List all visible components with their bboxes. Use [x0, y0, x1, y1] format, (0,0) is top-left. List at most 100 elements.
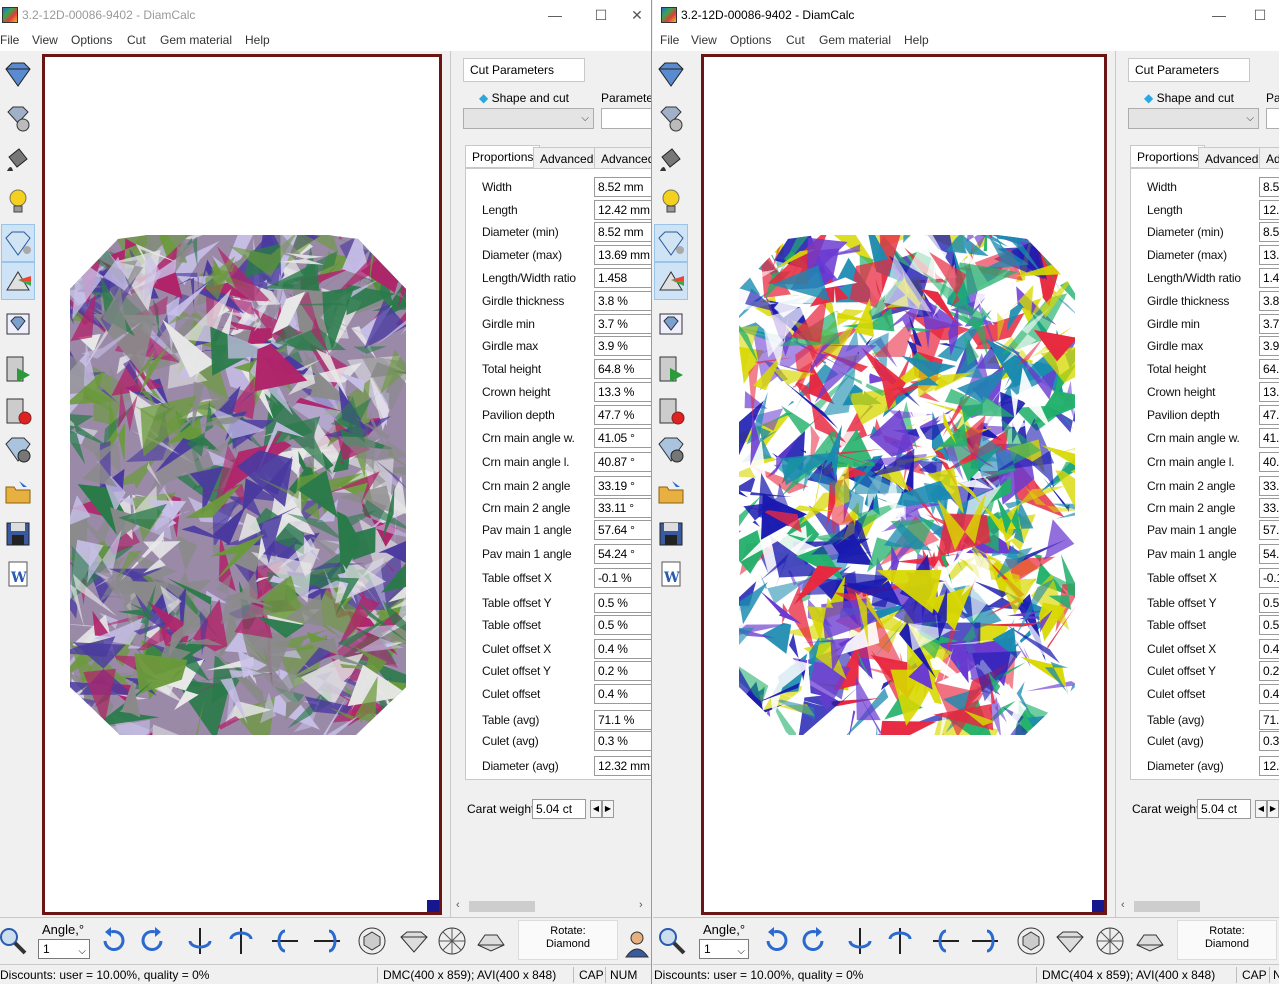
param-value-input[interactable]: 3.7 [1259, 314, 1279, 334]
picture-icon[interactable] [1, 305, 35, 343]
flip-vertical-2-icon[interactable] [883, 924, 917, 958]
param-value-input[interactable]: 57.64 ° [594, 520, 651, 540]
user-icon[interactable] [620, 926, 651, 960]
param-value-input[interactable]: 40.87 ° [594, 452, 651, 472]
param-value-input[interactable]: 8.52 [1259, 177, 1279, 197]
param-value-input[interactable]: 33.19 ° [594, 476, 651, 496]
diamond-gear-icon[interactable] [654, 430, 688, 468]
title-bar[interactable]: 3.2-12D-00086-9402 - DiamCalc — ☐ ✕ [0, 0, 651, 31]
param-value-input[interactable]: 8.52 mm [594, 222, 651, 242]
scroll-right-icon[interactable]: › [639, 899, 643, 911]
diamond-sparkle-icon[interactable] [1, 224, 35, 262]
param-value-input[interactable]: 0.2 % [594, 661, 651, 681]
menu-options[interactable]: Options [71, 33, 112, 47]
menu-gem-material[interactable]: Gem material [160, 33, 232, 47]
close-button[interactable]: ✕ [622, 0, 651, 31]
parameters-select[interactable] [601, 108, 651, 129]
diamond-viewport[interactable] [42, 54, 442, 915]
param-value-input[interactable]: 33.1 [1259, 498, 1279, 518]
top-view-icon[interactable] [355, 924, 389, 958]
spin-up-button[interactable]: ▶ [1267, 800, 1279, 818]
menu-view[interactable]: View [691, 33, 717, 47]
angled-view-icon[interactable] [474, 924, 508, 958]
flip-horizontal-2-icon[interactable] [310, 924, 344, 958]
spin-down-button[interactable]: ◀ [590, 800, 602, 818]
side-view-icon[interactable] [1053, 924, 1087, 958]
spin-down-button[interactable]: ◀ [1255, 800, 1267, 818]
tab-proportions[interactable]: Proportions [465, 145, 541, 168]
spectrum-icon[interactable] [654, 262, 688, 300]
paint-bucket-icon[interactable] [654, 141, 688, 179]
param-value-input[interactable]: 8.52 mm [594, 177, 651, 197]
param-value-input[interactable]: 0.4 % [594, 639, 651, 659]
flip-horizontal-icon[interactable] [929, 924, 963, 958]
menu-help[interactable]: Help [904, 33, 929, 47]
flip-vertical-icon[interactable] [843, 924, 877, 958]
param-value-input[interactable]: 0.5 % [594, 615, 651, 635]
rotate-right-icon[interactable] [797, 924, 831, 958]
video-play-icon[interactable] [1, 350, 35, 388]
tab-cut-parameters[interactable]: Cut Parameters [463, 58, 585, 82]
zoom-icon[interactable] [655, 924, 689, 958]
panel-horizontal-scrollbar[interactable]: ‹ [1116, 898, 1279, 915]
param-value-input[interactable]: 12.4 [1259, 200, 1279, 220]
diamond-view-icon[interactable] [1, 55, 35, 93]
param-value-input[interactable]: 33.11 ° [594, 498, 651, 518]
param-value-input[interactable]: 3.8 % [594, 291, 651, 311]
menu-view[interactable]: View [32, 33, 58, 47]
param-value-input[interactable]: -0.1 [1259, 568, 1279, 588]
angle-select[interactable]: 1 ⌵ [38, 939, 90, 959]
carat-weight-input[interactable]: 5.04 ct [1197, 799, 1251, 819]
open-folder-icon[interactable] [1, 473, 35, 511]
param-value-input[interactable]: 8.52 [1259, 222, 1279, 242]
picture-icon[interactable] [654, 305, 688, 343]
rotate-right-icon[interactable] [136, 924, 170, 958]
param-value-input[interactable]: 0.5 [1259, 593, 1279, 613]
param-value-input[interactable]: 41.05 ° [594, 428, 651, 448]
diamond-ring-icon[interactable] [654, 99, 688, 137]
bottom-view-icon[interactable] [435, 924, 469, 958]
param-value-input[interactable]: 13.3 % [594, 382, 651, 402]
menu-options[interactable]: Options [730, 33, 771, 47]
tab-proportions[interactable]: Proportions [1130, 145, 1206, 168]
paint-bucket-icon[interactable] [1, 141, 35, 179]
param-value-input[interactable]: 12.3 [1259, 756, 1279, 776]
param-value-input[interactable]: 0.5 [1259, 615, 1279, 635]
param-value-input[interactable]: 54.24 ° [594, 544, 651, 564]
param-value-input[interactable]: 12.42 mm [594, 200, 651, 220]
bottom-view-icon[interactable] [1093, 924, 1127, 958]
tab-advanced-1[interactable]: Advanced [533, 147, 601, 169]
param-value-input[interactable]: 12.32 mm [594, 756, 651, 776]
param-value-input[interactable]: 41.0 [1259, 428, 1279, 448]
carat-weight-input[interactable]: 5.04 ct [532, 799, 586, 819]
scroll-left-icon[interactable]: ‹ [1121, 899, 1125, 911]
diamond-viewport[interactable] [701, 54, 1107, 915]
maximize-button[interactable]: ☐ [578, 0, 624, 31]
param-value-input[interactable]: 33.1 [1259, 476, 1279, 496]
rotate-mode-box[interactable]: Rotate: Diamond [1177, 920, 1277, 960]
menu-file[interactable]: File [0, 33, 19, 47]
zoom-icon[interactable] [0, 924, 30, 958]
flip-horizontal-icon[interactable] [268, 924, 302, 958]
spin-up-button[interactable]: ▶ [602, 800, 614, 818]
light-bulb-icon[interactable] [1, 182, 35, 220]
title-bar[interactable]: 3.2-12D-00086-9402 - DiamCalc — ☐ [653, 0, 1279, 31]
param-value-input[interactable]: 64.8 % [594, 359, 651, 379]
param-value-input[interactable]: 3.9 % [594, 336, 651, 356]
angled-view-icon[interactable] [1133, 924, 1167, 958]
param-value-input[interactable]: 71.1 % [594, 710, 651, 730]
param-value-input[interactable]: 13.6 [1259, 245, 1279, 265]
param-value-input[interactable]: 3.9 [1259, 336, 1279, 356]
diamond-view-icon[interactable] [654, 55, 688, 93]
param-value-input[interactable]: 57.6 [1259, 520, 1279, 540]
rotate-left-icon[interactable] [759, 924, 793, 958]
spectrum-icon[interactable] [1, 262, 35, 300]
param-value-input[interactable]: 13.69 mm [594, 245, 651, 265]
video-record-icon[interactable] [1, 392, 35, 430]
rotate-left-icon[interactable] [96, 924, 130, 958]
scroll-left-icon[interactable]: ‹ [456, 899, 460, 911]
word-export-icon[interactable]: W [654, 555, 688, 593]
param-value-input[interactable]: -0.1 % [594, 568, 651, 588]
light-bulb-icon[interactable] [654, 182, 688, 220]
flip-vertical-2-icon[interactable] [224, 924, 258, 958]
